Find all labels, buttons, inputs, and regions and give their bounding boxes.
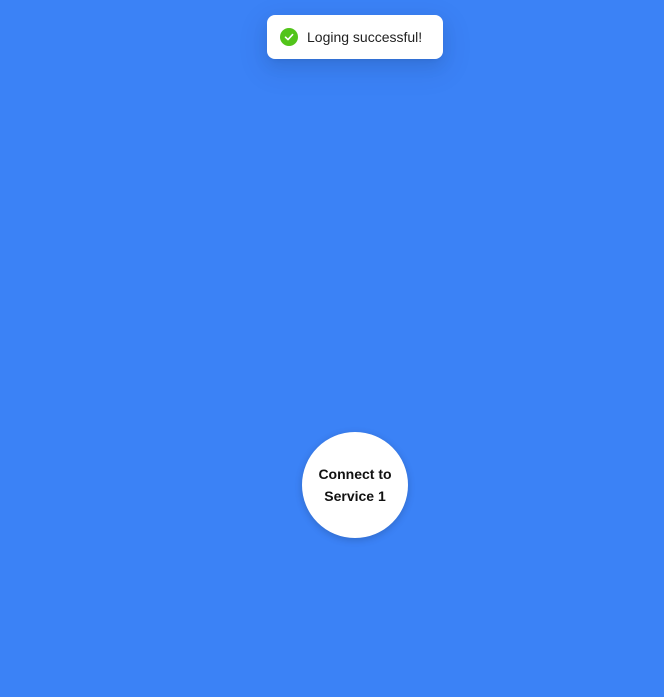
check-circle-icon: [280, 28, 298, 46]
connect-service-button[interactable]: Connect to Service 1: [302, 432, 408, 538]
toast-message: Loging successful!: [307, 29, 423, 45]
connect-button-label: Connect to Service 1: [318, 466, 392, 504]
success-toast: Loging successful!: [267, 15, 443, 59]
checkmark-glyph: [284, 33, 294, 41]
app-background: [0, 0, 664, 697]
